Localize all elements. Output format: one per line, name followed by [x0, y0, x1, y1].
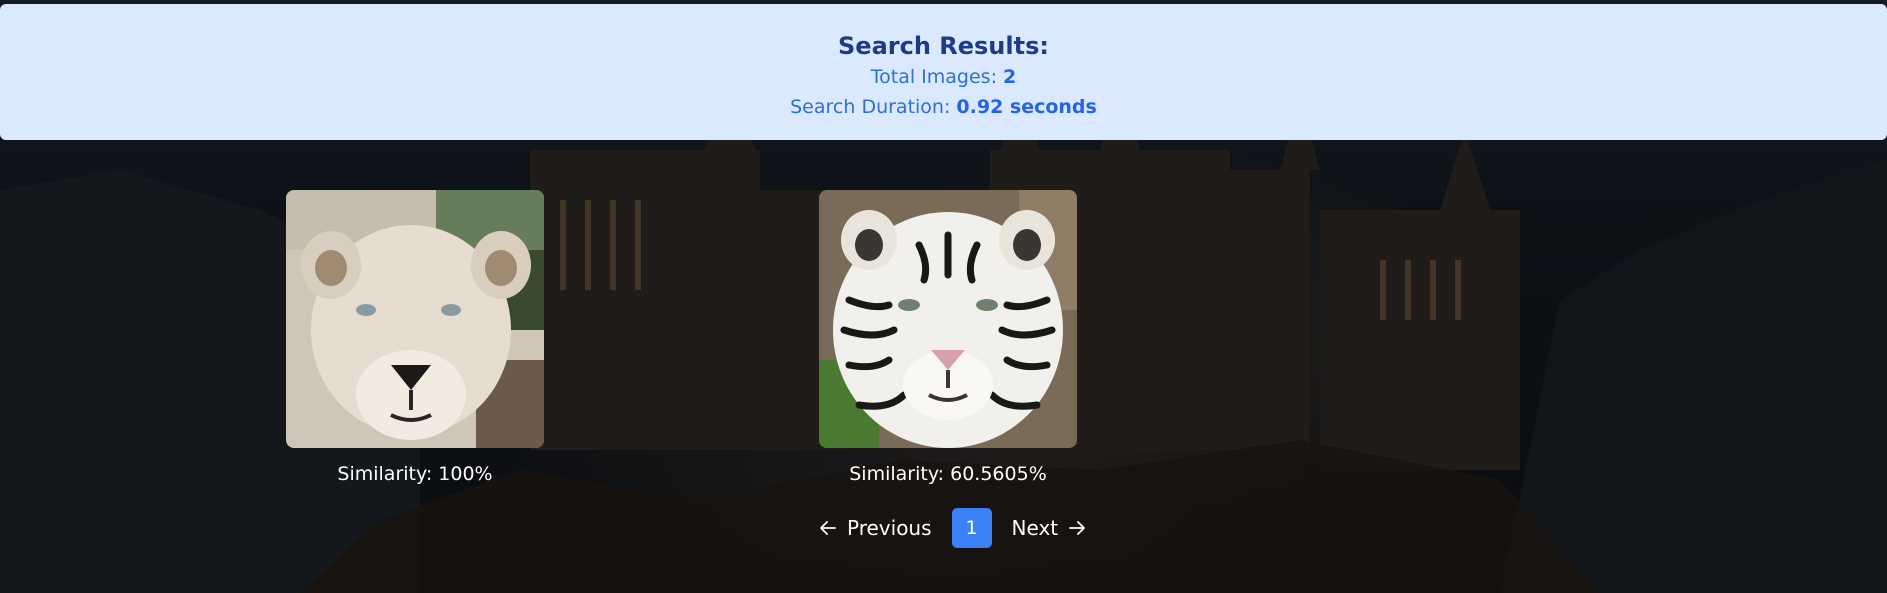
similarity-score: Similarity: 100%: [337, 463, 493, 485]
total-images-value: 2: [1003, 66, 1017, 88]
pagination: Previous 1 Next: [819, 508, 1086, 548]
arrow-left-icon: [820, 521, 836, 535]
result-image-lioness[interactable]: [286, 190, 544, 448]
total-images-line: Total Images: 2: [0, 62, 1887, 92]
total-images-label: Total Images:: [870, 66, 1004, 88]
search-duration-value: 0.92 seconds: [956, 96, 1097, 118]
arrow-right-icon: [1069, 521, 1086, 535]
result-card: Similarity: 100%: [286, 190, 544, 486]
similarity-score: Similarity: 60.5605%: [849, 463, 1047, 485]
result-image-tiger[interactable]: [819, 190, 1077, 448]
search-duration-label: Search Duration:: [790, 96, 957, 118]
previous-label: Previous: [847, 516, 932, 540]
page-number-button[interactable]: 1: [951, 508, 992, 548]
results-title: Search Results:: [838, 32, 1049, 60]
search-results-panel: Search Results: Total Images: 2 Search D…: [0, 4, 1887, 140]
previous-button[interactable]: Previous: [819, 516, 932, 540]
result-card: Similarity: 60.5605%: [819, 190, 1077, 486]
next-button[interactable]: Next: [1012, 516, 1087, 540]
search-duration-line: Search Duration: 0.92 seconds: [0, 92, 1887, 122]
next-label: Next: [1011, 516, 1059, 540]
